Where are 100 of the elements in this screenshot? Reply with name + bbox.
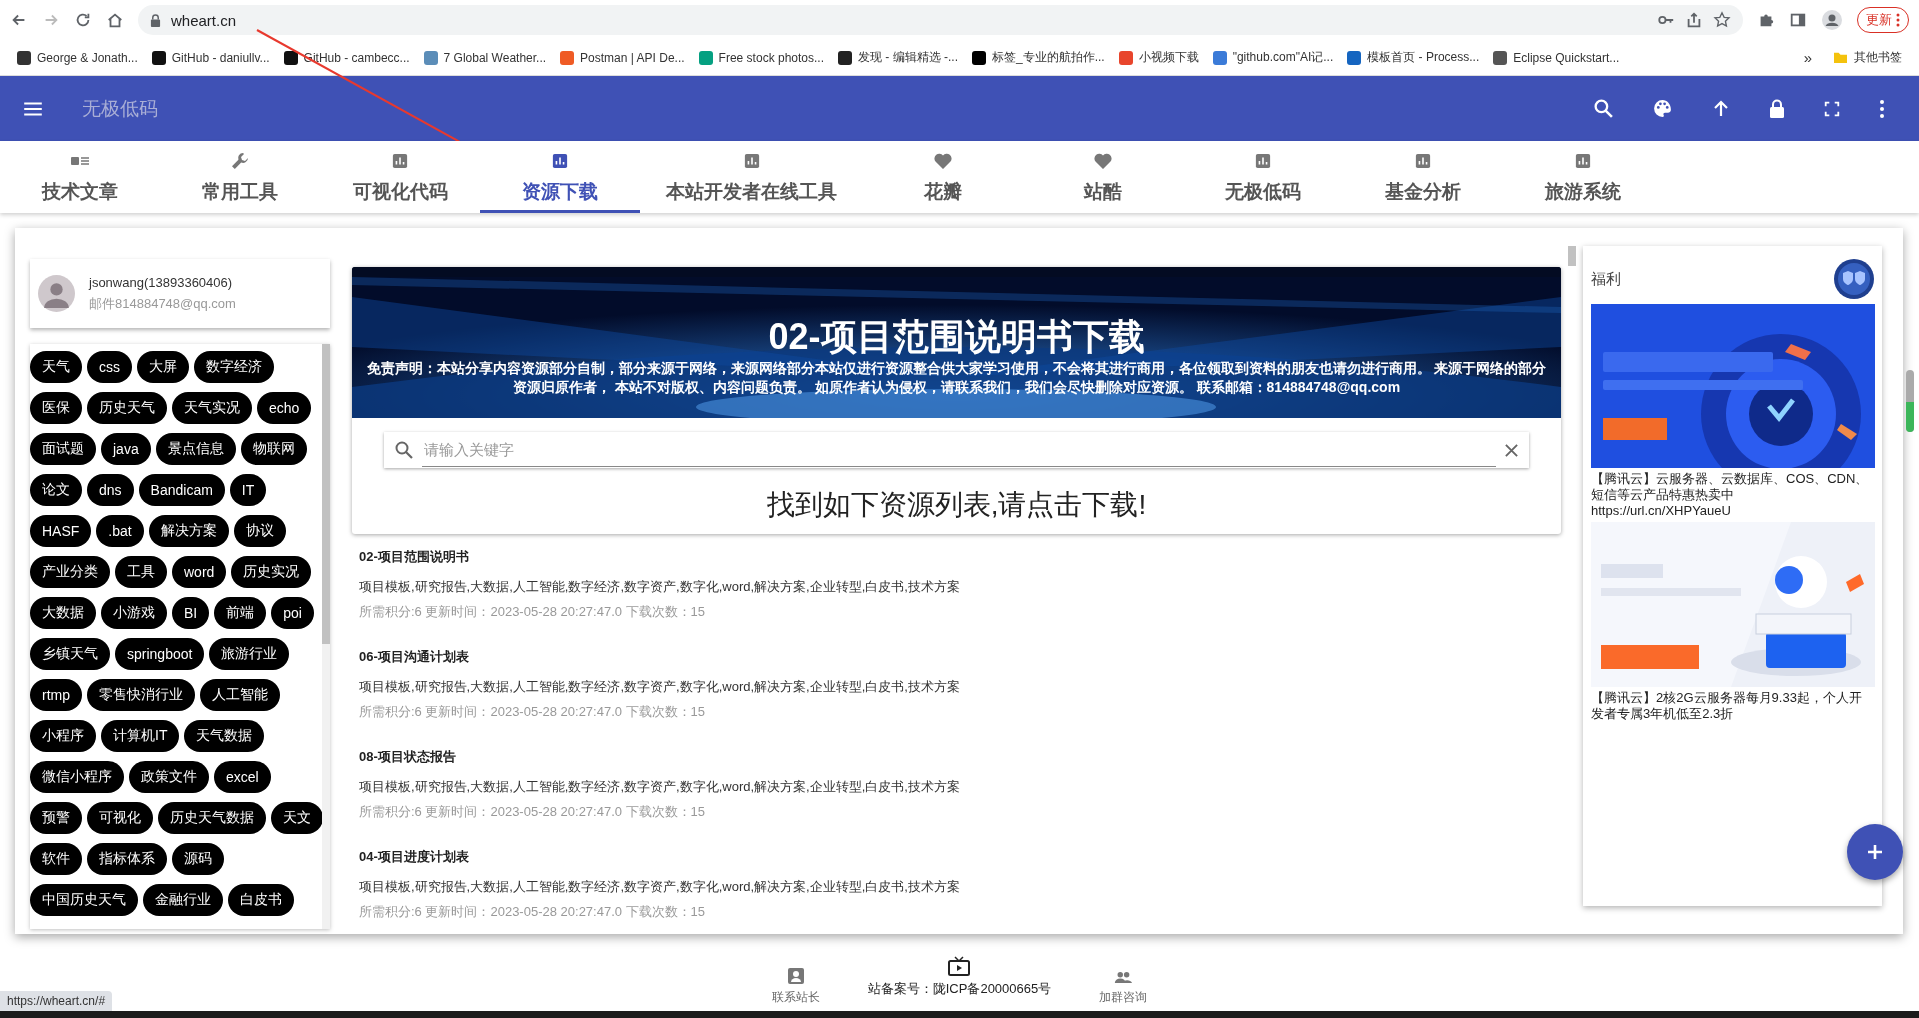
tag-chip[interactable]: rtmp (30, 679, 82, 711)
tag-chip[interactable]: excel (214, 761, 271, 793)
tag-chip[interactable]: word (172, 556, 227, 588)
nav-tab[interactable]: 技术文章 (0, 141, 160, 213)
tag-chip[interactable]: 协议 (233, 515, 286, 547)
tag-chip[interactable]: IT (229, 474, 267, 506)
bookmark[interactable]: George & Jonath... (10, 44, 145, 71)
nav-tab[interactable]: 无极低码 (1183, 141, 1343, 213)
join-group-link[interactable]: 加群咨询 (1099, 970, 1148, 1006)
contact-link[interactable]: 联系站长 (771, 967, 820, 1006)
tag-chip[interactable]: 旅游行业 (209, 638, 290, 670)
tag-chip[interactable]: 天气 (30, 351, 82, 383)
bookmark[interactable]: 标签_专业的航拍作... (965, 44, 1112, 71)
resource-title[interactable]: 08-项目状态报告 (359, 748, 1554, 766)
lock-icon[interactable] (1769, 98, 1785, 119)
tag-chip[interactable]: 数字经济 (194, 351, 274, 383)
share-icon[interactable] (1685, 11, 1703, 29)
tag-chip[interactable]: dns (87, 474, 134, 506)
update-button[interactable]: 更新 (1857, 7, 1909, 33)
tag-chip[interactable]: 产业分类 (30, 556, 110, 588)
tag-chip[interactable]: 计算机IT (101, 720, 180, 752)
tag-chip[interactable]: 论文 (30, 474, 82, 506)
tag-chip[interactable]: 小游戏 (101, 597, 167, 629)
nav-tab[interactable]: 常用工具 (160, 141, 320, 213)
address-bar[interactable]: wheart.cn (138, 5, 1743, 35)
sidebar-icon[interactable] (1789, 11, 1807, 29)
tag-chip[interactable]: 中国历史天气 (30, 884, 138, 916)
tag-chip[interactable]: .bat (96, 515, 144, 547)
bookmark[interactable]: GitHub - daniullv... (144, 44, 277, 71)
star-icon[interactable] (1713, 11, 1731, 29)
search-field[interactable]: 请输入关键字 (384, 432, 1529, 468)
tag-chip[interactable]: 工具 (115, 556, 167, 588)
tag-chip[interactable]: 金融行业 (143, 884, 223, 916)
tag-chip[interactable]: Bandicam (138, 474, 225, 506)
promo-caption[interactable]: 【腾讯云】云服务器、云数据库、COS、CDN、短信等云产品特惠热卖中 https://url.cn/XHPYaueU (1591, 468, 1874, 522)
tag-chip[interactable]: 面试题 (30, 433, 96, 465)
palette-icon[interactable] (1652, 98, 1673, 119)
tag-chip[interactable]: 历史实况 (231, 556, 312, 588)
nav-tab[interactable]: 站酷 (1023, 141, 1183, 213)
bookmark-folder[interactable]: 其他书签 (1826, 44, 1909, 71)
fullscreen-icon[interactable] (1823, 99, 1841, 118)
more-bookmarks-chevron[interactable]: » (1789, 49, 1826, 66)
resource-tags: 项目模板,研究报告,大数据,人工智能,数字经济,数字资产,数字化,word,解决方案,企业转型,白皮书,技术方案 (359, 878, 1554, 896)
tag-chip[interactable]: BI (172, 597, 210, 629)
tag-chip[interactable]: 前端 (214, 597, 267, 629)
tag-chip[interactable]: 物联网 (240, 433, 307, 465)
tag-chip[interactable]: 历史天气 (87, 392, 167, 424)
tag-chip[interactable]: 天气实况 (172, 392, 252, 424)
nav-tab[interactable]: 资源下载 (480, 141, 640, 213)
tag-chip[interactable]: 大屏 (137, 351, 189, 383)
tag-chip[interactable]: 预警 (30, 802, 82, 834)
profile-icon[interactable] (1821, 9, 1843, 31)
bookmark[interactable]: 模板首页 - Process... (1340, 44, 1487, 71)
nav-tab[interactable]: 本站开发者在线工具 (640, 141, 863, 213)
reload-icon[interactable] (74, 11, 92, 29)
tag-chip[interactable]: 零售快消行业 (87, 679, 195, 711)
nav-tab[interactable]: 旅游系统 (1503, 141, 1663, 213)
more-vertical-icon[interactable] (1879, 98, 1885, 119)
resource-title[interactable]: 04-项目进度计划表 (359, 848, 1554, 866)
bookmark[interactable]: 7 Global Weather... (416, 44, 554, 71)
resource-title[interactable]: 02-项目范围说明书 (359, 548, 1554, 566)
promo-caption[interactable]: 【腾讯云】2核2G云服务器每月9.33起，个人开发者专属3年机低至2.3折 (1591, 687, 1874, 725)
tag-chip[interactable]: echo (257, 392, 312, 424)
wrench-icon (230, 151, 250, 171)
tag-chip[interactable]: java (101, 433, 151, 465)
tag-chip[interactable]: 软件 (30, 843, 82, 875)
tag-chip[interactable]: springboot (115, 638, 205, 670)
tag-chip[interactable]: 景点信息 (155, 433, 236, 465)
nav-tab[interactable]: 基金分析 (1343, 141, 1503, 213)
bookmark[interactable]: "github.com"AI记... (1205, 44, 1341, 71)
resource-title[interactable]: 06-项目沟通计划表 (359, 648, 1554, 666)
tag-chip[interactable]: 天气数据 (184, 720, 265, 752)
tag-chip[interactable]: 小程序 (30, 720, 96, 752)
bookmark[interactable]: Free stock photos... (691, 44, 831, 71)
nav-tab[interactable]: 花瓣 (863, 141, 1023, 213)
bookmark[interactable]: 发现 - 编辑精选 -... (831, 44, 965, 71)
search-icon[interactable] (1593, 98, 1614, 119)
tag-chip[interactable]: 乡镇天气 (30, 638, 110, 670)
bookmark[interactable]: Eclipse Quickstart... (1486, 44, 1627, 71)
tag-chip[interactable]: 白皮书 (228, 884, 294, 916)
tag-chip[interactable]: HASF (30, 515, 92, 547)
clear-icon[interactable] (1504, 442, 1519, 458)
tag-chip[interactable]: 人工智能 (200, 679, 280, 711)
tag-chip[interactable]: 源码 (172, 843, 224, 875)
tag-chip[interactable]: 大数据 (30, 597, 96, 629)
tag-chip[interactable]: 天文 (271, 802, 323, 834)
tag-chip[interactable]: 历史天气数据 (158, 802, 266, 834)
tag-chip[interactable]: 政策文件 (129, 761, 209, 793)
tag-chip[interactable]: 医保 (30, 392, 82, 424)
bookmark[interactable]: Postman | API De... (553, 44, 692, 71)
tag-chip[interactable]: 微信小程序 (30, 761, 124, 793)
tag-chip[interactable]: 指标体系 (87, 843, 167, 875)
tag-chip[interactable]: 可视化 (87, 802, 153, 834)
tag-chip[interactable]: 解决方案 (148, 515, 229, 547)
home-icon[interactable] (106, 11, 124, 29)
bookmark[interactable]: 小视频下载 (1111, 44, 1206, 71)
page-scrollbar[interactable] (1906, 370, 1914, 432)
tag-chip[interactable]: css (87, 351, 132, 383)
nav-tab[interactable]: 可视化代码 (320, 141, 480, 213)
tag-chip[interactable]: poi (271, 597, 314, 629)
